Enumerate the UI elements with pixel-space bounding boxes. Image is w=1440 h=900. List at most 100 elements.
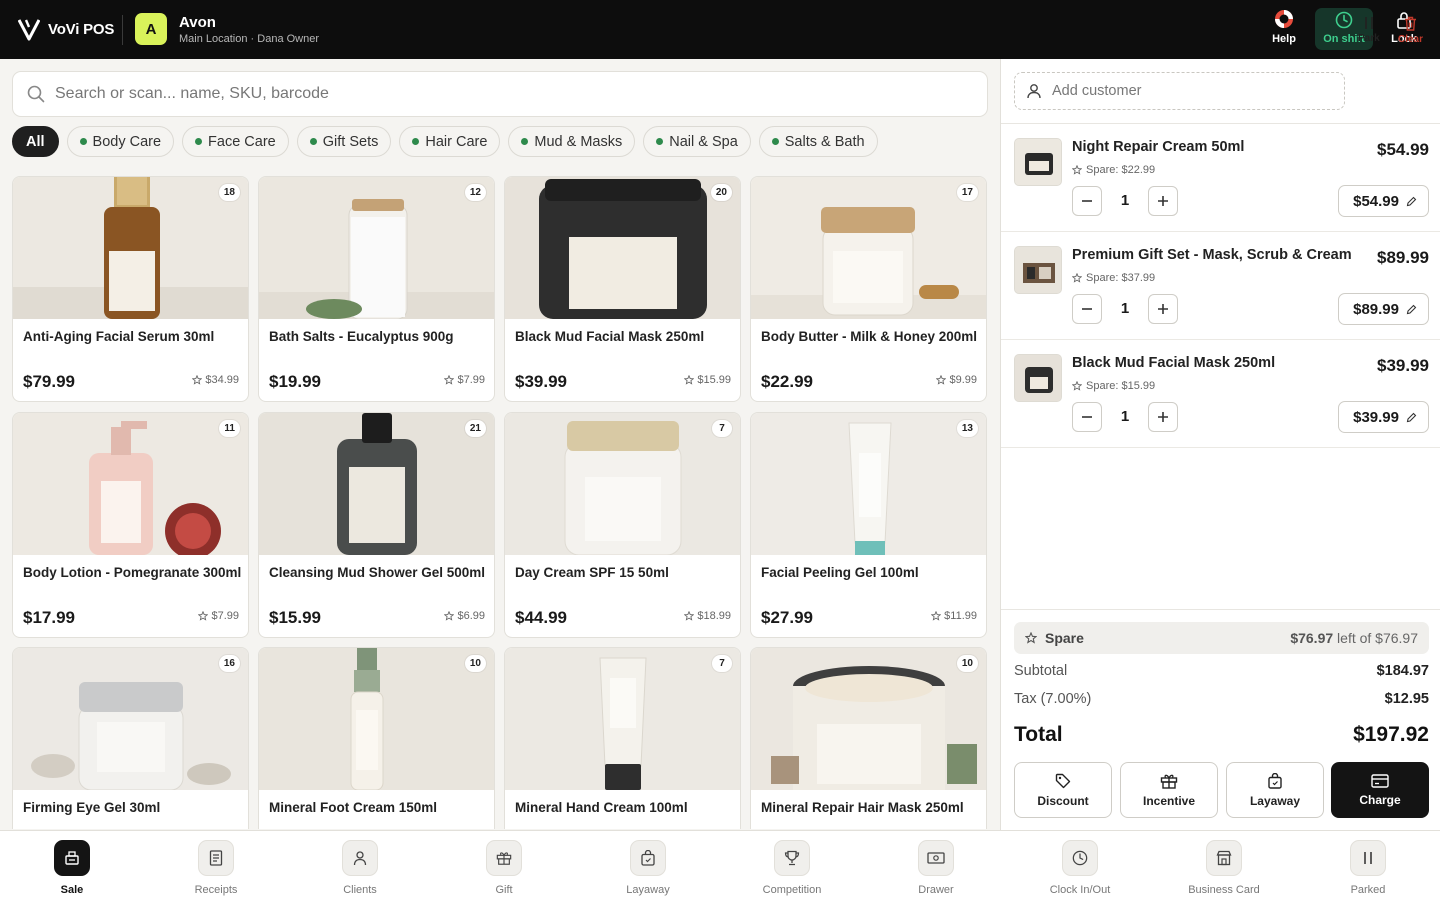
product-card[interactable]: 10 Mineral Foot Cream 150ml: [258, 647, 495, 829]
product-price: $39.99: [515, 372, 567, 391]
star-icon: [1072, 165, 1082, 175]
decrease-qty-button[interactable]: [1072, 402, 1102, 432]
cart-line-item: Night Repair Cream 50ml Spare: $22.99 $5…: [1001, 124, 1440, 232]
product-card[interactable]: 11 Body Lotion - Pomegranate 300ml $17.9…: [12, 412, 249, 638]
cart-item-name: Black Mud Facial Mask 250ml: [1072, 355, 1276, 371]
category-chip-hair-care[interactable]: Hair Care: [399, 126, 501, 157]
clock-icon: [1335, 11, 1353, 29]
total-row: Total $197.92: [1014, 723, 1429, 747]
incentive-button[interactable]: Incentive: [1120, 762, 1218, 818]
nav-gift[interactable]: Gift: [454, 840, 554, 896]
increase-qty-button[interactable]: [1148, 186, 1178, 216]
nav-label: Parked: [1350, 884, 1386, 896]
clear-button[interactable]: Clear: [1398, 16, 1423, 45]
product-name: Body Butter - Milk & Honey 200ml: [761, 329, 978, 344]
location-avatar[interactable]: A: [135, 13, 167, 45]
product-card[interactable]: 21 Cleansing Mud Shower Gel 500ml $15.99…: [258, 412, 495, 638]
increase-qty-button[interactable]: [1148, 402, 1178, 432]
stock-badge: 13: [956, 420, 978, 437]
nav-receipts[interactable]: Receipts: [166, 840, 266, 896]
pencil-icon: [1406, 412, 1417, 422]
summary-divider: [1001, 609, 1440, 610]
category-dot: [195, 138, 203, 145]
star-icon: [684, 611, 695, 621]
help-button[interactable]: Help: [1255, 8, 1313, 50]
product-name: Mineral Repair Hair Mask 250ml: [761, 800, 964, 815]
star-icon: [684, 375, 695, 385]
cart-item-total: $54.99: [1377, 140, 1429, 159]
discount-label: Discount: [1037, 793, 1089, 808]
product-name: Cleansing Mud Shower Gel 500ml: [269, 565, 486, 580]
category-chip-all[interactable]: All: [12, 126, 59, 157]
product-card[interactable]: 17 Body Butter - Milk & Honey 200ml $22.…: [750, 176, 987, 402]
minus-icon: [1082, 308, 1092, 310]
incentive-label: Incentive: [1142, 793, 1196, 808]
chip-label: Salts & Bath: [784, 133, 865, 150]
decrease-qty-button[interactable]: [1072, 294, 1102, 324]
product-image: [505, 177, 740, 319]
cart-panel: Add customer Night Repair Cream 50ml Spa…: [1000, 59, 1440, 830]
product-card[interactable]: 13 Facial Peeling Gel 100ml $27.99 $11.9…: [750, 412, 987, 638]
product-card[interactable]: 7 Mineral Hand Cream 100ml: [504, 647, 741, 829]
user-icon: [342, 840, 378, 876]
minus-icon: [1082, 200, 1092, 202]
nav-drawer[interactable]: Drawer: [886, 840, 986, 896]
product-card[interactable]: 16 Firming Eye Gel 30ml: [12, 647, 249, 829]
category-chip-mud-masks[interactable]: Mud & Masks: [508, 126, 636, 157]
search-bar[interactable]: [12, 71, 988, 117]
product-card[interactable]: 12 Bath Salts - Eucalyptus 900g $19.99 $…: [258, 176, 495, 402]
product-price: $44.99: [515, 608, 567, 627]
park-button[interactable]: Park: [1358, 16, 1380, 44]
discount-button[interactable]: Discount: [1014, 762, 1112, 818]
product-card[interactable]: 18 Anti-Aging Facial Serum 30ml $79.99 $…: [12, 176, 249, 402]
nav-business-card[interactable]: Business Card: [1174, 840, 1274, 896]
nav-parked[interactable]: Parked: [1318, 840, 1418, 896]
unit-price: $89.99: [1353, 300, 1399, 318]
nav-label: Clients: [343, 884, 377, 896]
category-chip-gift-sets[interactable]: Gift Sets: [296, 126, 392, 157]
category-chip-salts-bath[interactable]: Salts & Bath: [758, 126, 878, 157]
edit-price-button[interactable]: $54.99: [1338, 185, 1429, 217]
nav-sale[interactable]: Sale: [22, 840, 122, 896]
category-chip-body-care[interactable]: Body Care: [66, 126, 175, 157]
pause-icon: [1364, 17, 1373, 29]
location-name[interactable]: Avon: [179, 14, 216, 31]
user-icon: [1027, 84, 1041, 99]
product-card[interactable]: 20 Black Mud Facial Mask 250ml $39.99 $1…: [504, 176, 741, 402]
nav-clients[interactable]: Clients: [310, 840, 410, 896]
increase-qty-button[interactable]: [1148, 294, 1178, 324]
park-label: Park: [1358, 33, 1380, 44]
category-dot: [771, 138, 779, 145]
cart-item-spare-text: Spare: $22.99: [1086, 164, 1156, 176]
plus-icon: [1158, 196, 1168, 206]
nav-clock-in-out[interactable]: Clock In/Out: [1030, 840, 1130, 896]
edit-price-button[interactable]: $89.99: [1338, 293, 1429, 325]
add-customer-field[interactable]: Add customer: [1014, 72, 1345, 110]
edit-price-button[interactable]: $39.99: [1338, 401, 1429, 433]
unit-price: $39.99: [1353, 408, 1399, 426]
layaway-button[interactable]: Layaway: [1226, 762, 1324, 818]
star-icon: [1072, 381, 1082, 391]
category-chip-face-care[interactable]: Face Care: [182, 126, 289, 157]
tax-label: Tax (7.00%): [1014, 691, 1092, 707]
product-image: [751, 177, 986, 319]
trash-icon: [1405, 16, 1416, 31]
nav-layaway[interactable]: Layaway: [598, 840, 698, 896]
search-input[interactable]: [55, 85, 935, 103]
product-card[interactable]: 7 Day Cream SPF 15 50ml $44.99 $18.99: [504, 412, 741, 638]
nav-label: Competition: [762, 884, 822, 896]
charge-button[interactable]: Charge: [1331, 762, 1429, 818]
product-image: [13, 177, 248, 319]
product-price: $79.99: [23, 372, 75, 391]
product-image: [13, 648, 248, 790]
spare-value: $15.99: [697, 374, 731, 386]
gift-icon: [486, 840, 522, 876]
star-icon: [444, 375, 455, 385]
product-card[interactable]: 10 Mineral Repair Hair Mask 250ml: [750, 647, 987, 829]
star-icon: [1072, 273, 1082, 283]
nav-competition[interactable]: Competition: [742, 840, 842, 896]
product-name: Bath Salts - Eucalyptus 900g: [269, 329, 454, 344]
product-price: $15.99: [269, 608, 321, 627]
category-chip-nail-spa[interactable]: Nail & Spa: [643, 126, 751, 157]
decrease-qty-button[interactable]: [1072, 186, 1102, 216]
